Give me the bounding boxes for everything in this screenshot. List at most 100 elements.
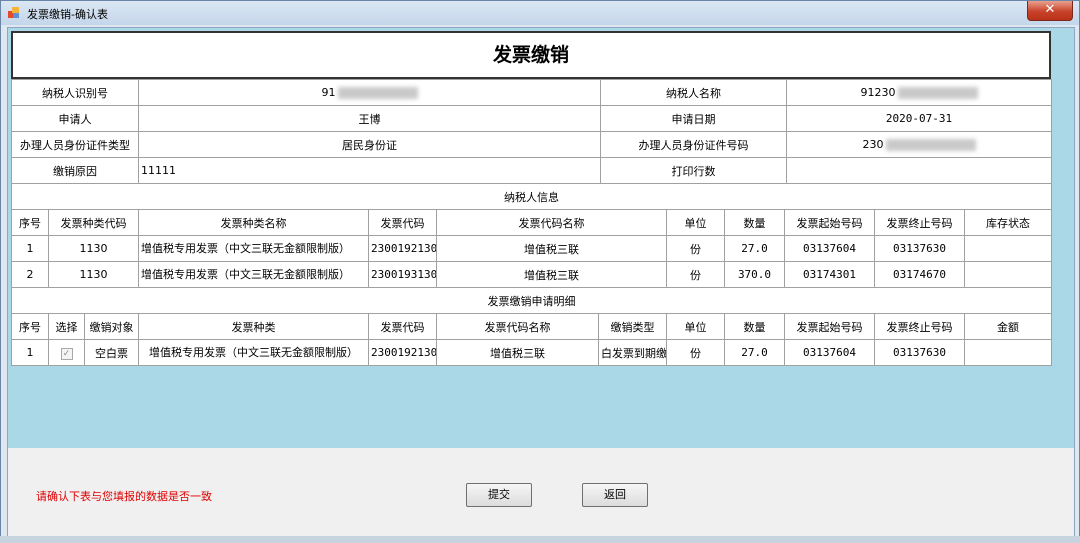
column-header: 数量 <box>724 209 785 236</box>
table-cell: 增值税三联 <box>436 261 667 288</box>
table-cell: 27.0 <box>724 235 785 262</box>
column-header: 发票代码名称 <box>436 209 667 236</box>
column-header: 数量 <box>724 313 785 340</box>
table-cell: 1 <box>11 339 49 366</box>
table-cell: 份 <box>666 235 725 262</box>
table-cell: 份 <box>666 261 725 288</box>
column-header: 发票代码名称 <box>436 313 599 340</box>
table-cell <box>964 261 1052 288</box>
table-cell: 2 <box>11 261 49 288</box>
table-cell: 03137604 <box>784 235 875 262</box>
table-row: 纳税人信息 <box>11 183 1052 210</box>
report-panel: 发票缴销 纳税人识别号 91 纳税人名称 91230 申请人 王博 申请日期 2… <box>8 28 1074 448</box>
table-cell <box>964 339 1052 366</box>
column-header: 发票种类 <box>138 313 369 340</box>
column-header: 发票种类代码 <box>48 209 139 236</box>
column-header: 发票起始号码 <box>784 209 875 236</box>
table-row[interactable]: 1 ✓ 空白票 增值税专用发票（中文三联无金额限制版） 2300192130 增… <box>11 339 1052 366</box>
column-header: 缴销类型 <box>598 313 667 340</box>
table-cell <box>964 235 1052 262</box>
column-header: 单位 <box>666 313 725 340</box>
reason-label: 缴销原因 <box>11 157 139 184</box>
print-rows-label: 打印行数 <box>600 157 787 184</box>
column-header: 库存状态 <box>964 209 1052 236</box>
table-cell: 增值税三联 <box>436 235 667 262</box>
column-header: 缴销对象 <box>84 313 139 340</box>
table-cell: 份 <box>666 339 725 366</box>
id-type-label: 办理人员身份证件类型 <box>11 131 139 158</box>
client-area: 发票缴销 纳税人识别号 91 纳税人名称 91230 申请人 王博 申请日期 2… <box>7 27 1075 538</box>
taskbar-edge <box>0 536 1080 543</box>
table-row[interactable]: 1 1130 增值税专用发票（中文三联无金额限制版） 2300192130 增值… <box>11 235 1052 262</box>
id-number-text: 230 <box>862 138 884 151</box>
table-cell: 增值税专用发票（中文三联无金额限制版） <box>138 339 369 366</box>
table-cell: 27.0 <box>724 339 785 366</box>
document-title: 发票缴销 <box>11 31 1051 79</box>
table-row: 发票缴销申请明细 <box>11 287 1052 314</box>
table-cell: 白发票到期缴 <box>598 339 667 366</box>
taxpayer-name-value: 91230 <box>786 79 1052 106</box>
table-header-row: 序号 发票种类代码 发票种类名称 发票代码 发票代码名称 单位 数量 发票起始号… <box>11 209 1052 236</box>
column-header: 发票种类名称 <box>138 209 369 236</box>
column-header: 序号 <box>11 313 49 340</box>
app-window: 发票缴销-确认表 ✕ 发票缴销 纳税人识别号 91 纳税人名称 91230 申请… <box>0 0 1080 543</box>
applicant-value: 王博 <box>138 105 601 132</box>
column-header: 发票终止号码 <box>874 313 965 340</box>
taxpayer-info-section-title: 纳税人信息 <box>11 183 1052 210</box>
print-rows-value[interactable] <box>786 157 1052 184</box>
redacted-mask <box>337 87 418 99</box>
table-cell: 2300192130 <box>368 235 437 262</box>
column-header: 发票代码 <box>368 209 437 236</box>
taxpayer-id-value: 91 <box>138 79 601 106</box>
table-cell: 1130 <box>48 261 139 288</box>
column-header: 单位 <box>666 209 725 236</box>
column-header: 金额 <box>964 313 1052 340</box>
table-cell: 空白票 <box>84 339 139 366</box>
submit-button[interactable]: 提交 <box>466 483 532 507</box>
table-cell: 2300192130 <box>368 339 437 366</box>
id-number-label: 办理人员身份证件号码 <box>600 131 787 158</box>
cancel-detail-table: 序号 选择 缴销对象 发票种类 发票代码 发票代码名称 缴销类型 单位 数量 发… <box>11 313 1052 366</box>
table-cell: 03174670 <box>874 261 965 288</box>
apply-date-label: 申请日期 <box>600 105 787 132</box>
window-title: 发票缴销-确认表 <box>27 8 108 21</box>
applicant-label: 申请人 <box>11 105 139 132</box>
taxpayer-id-text: 91 <box>321 86 336 99</box>
table-row: 办理人员身份证件类型 居民身份证 办理人员身份证件号码 230 <box>11 131 1052 158</box>
id-type-value: 居民身份证 <box>138 131 601 158</box>
back-button[interactable]: 返回 <box>582 483 648 507</box>
table-cell: 增值税专用发票（中文三联无金额限制版） <box>138 235 369 262</box>
column-header: 发票起始号码 <box>784 313 875 340</box>
table-cell: 03174301 <box>784 261 875 288</box>
taxpayer-name-label: 纳税人名称 <box>600 79 787 106</box>
select-cell: ✓ <box>48 339 85 366</box>
header-info-table: 纳税人识别号 91 纳税人名称 91230 申请人 王博 申请日期 2020-0… <box>11 79 1052 210</box>
table-row[interactable]: 2 1130 增值税专用发票（中文三联无金额限制版） 2300193130 增值… <box>11 261 1052 288</box>
column-header: 选择 <box>48 313 85 340</box>
table-cell: 03137604 <box>784 339 875 366</box>
table-cell: 2300193130 <box>368 261 437 288</box>
table-row: 缴销原因 11111 打印行数 <box>11 157 1052 184</box>
table-cell: 03137630 <box>874 235 965 262</box>
table-cell: 370.0 <box>724 261 785 288</box>
taxpayer-id-label: 纳税人识别号 <box>11 79 139 106</box>
confirm-notice: 请确认下表与您填报的数据是否一致 <box>36 490 212 503</box>
table-cell: 增值税三联 <box>436 339 599 366</box>
close-icon: ✕ <box>1044 2 1056 17</box>
redacted-mask <box>897 87 978 99</box>
apply-date-value: 2020-07-31 <box>786 105 1052 132</box>
row-select-checkbox[interactable]: ✓ <box>60 347 73 360</box>
table-row: 纳税人识别号 91 纳税人名称 91230 <box>11 79 1052 106</box>
reason-value: 11111 <box>138 157 601 184</box>
close-button[interactable]: ✕ <box>1027 1 1073 21</box>
column-header: 发票代码 <box>368 313 437 340</box>
table-cell: 增值税专用发票（中文三联无金额限制版） <box>138 261 369 288</box>
id-number-value: 230 <box>786 131 1052 158</box>
table-cell: 03137630 <box>874 339 965 366</box>
app-icon <box>8 7 19 18</box>
title-bar[interactable]: 发票缴销-确认表 ✕ <box>1 1 1079 25</box>
table-cell: 1130 <box>48 235 139 262</box>
column-header: 发票终止号码 <box>874 209 965 236</box>
table-cell: 1 <box>11 235 49 262</box>
table-header-row: 序号 选择 缴销对象 发票种类 发票代码 发票代码名称 缴销类型 单位 数量 发… <box>11 313 1052 340</box>
